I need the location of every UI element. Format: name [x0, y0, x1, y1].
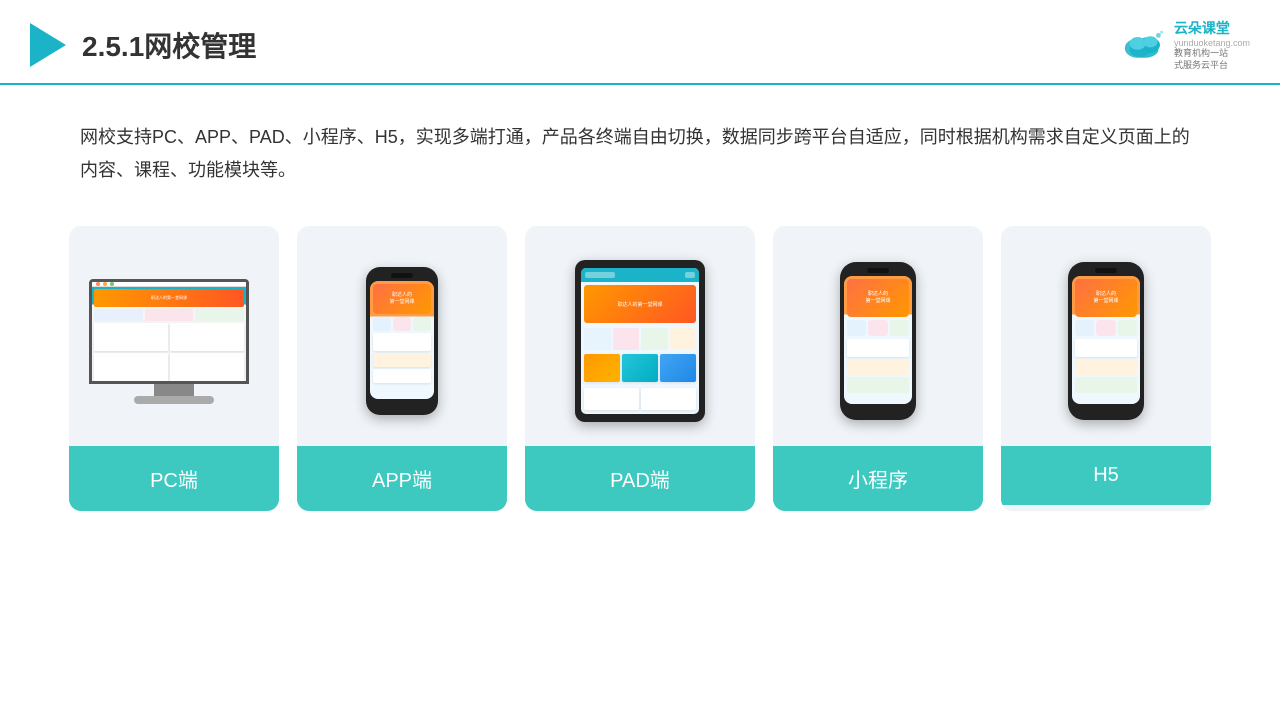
card-miniprogram: 职达人的第一堂网课 小程序: [773, 226, 983, 511]
phone-mockup-h5: 职达人的第一堂网课: [1068, 262, 1144, 420]
h5-image-area: 职达人的第一堂网课: [1001, 226, 1211, 446]
card-pc-label: PC端: [69, 446, 279, 511]
logo-slogan: 教育机构一站式服务云平台: [1174, 48, 1250, 71]
pad-image-area: 职达人的第一堂网课: [525, 226, 755, 446]
pc-monitor-mockup: 职达人的第一堂网课: [89, 279, 259, 404]
monitor-screen: 职达人的第一堂网课: [89, 279, 249, 384]
card-app: 职达人的第一堂网课 APP端: [297, 226, 507, 511]
card-app-label: APP端: [297, 446, 507, 511]
card-h5-label: H5: [1001, 446, 1211, 505]
phone-mockup-app: 职达人的第一堂网课: [366, 267, 438, 415]
cards-container: 职达人的第一堂网课: [0, 206, 1280, 541]
description-text: 网校支持PC、APP、PAD、小程序、H5，实现多端打通，产品各终端自由切换，数…: [0, 85, 1280, 206]
app-image-area: 职达人的第一堂网课: [297, 226, 507, 446]
logo-area: 云朵课堂 yunduoketang.com 教育机构一站式服务云平台: [1120, 18, 1250, 71]
header: 2.5.1网校管理 云朵课堂 yunduoketang.com 教育机构一站式服…: [0, 0, 1280, 85]
cloud-logo-icon: [1120, 27, 1168, 63]
logo-brand-name: 云朵课堂: [1174, 18, 1250, 38]
card-pad-label: PAD端: [525, 446, 755, 511]
page-title: 2.5.1网校管理: [82, 25, 256, 65]
card-pc: 职达人的第一堂网课: [69, 226, 279, 511]
pc-image-area: 职达人的第一堂网课: [69, 226, 279, 446]
header-left: 2.5.1网校管理: [30, 23, 256, 67]
logo-url: yunduoketang.com: [1174, 38, 1250, 48]
card-h5: 职达人的第一堂网课 H5: [1001, 226, 1211, 511]
card-pad: 职达人的第一堂网课: [525, 226, 755, 511]
logo-text: 云朵课堂 yunduoketang.com 教育机构一站式服务云平台: [1174, 18, 1250, 71]
miniprogram-image-area: 职达人的第一堂网课: [773, 226, 983, 446]
card-miniprogram-label: 小程序: [773, 446, 983, 511]
tablet-mockup: 职达人的第一堂网课: [575, 260, 705, 422]
phone-mockup-mini: 职达人的第一堂网课: [840, 262, 916, 420]
play-icon: [30, 23, 66, 67]
description-paragraph: 网校支持PC、APP、PAD、小程序、H5，实现多端打通，产品各终端自由切换，数…: [80, 121, 1200, 186]
